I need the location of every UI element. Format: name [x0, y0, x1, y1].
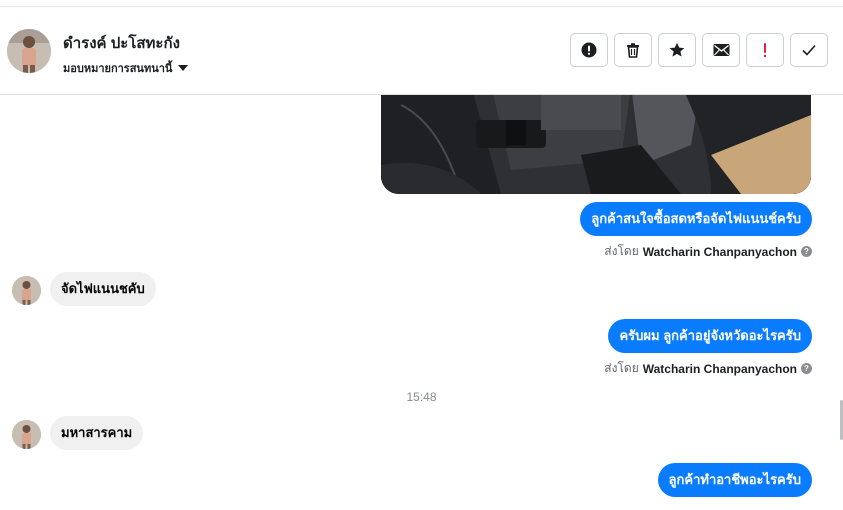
contact-name[interactable]: ดำรงค์ ปะโสทะกัง: [63, 31, 180, 55]
delete-button[interactable]: [614, 33, 652, 67]
action-toolbar: [570, 33, 828, 67]
message-thread[interactable]: ลูกค้าสนใจซื้อสดหรือจัดไฟแนนช์ครับ ส่งโด…: [0, 95, 843, 510]
incoming-message[interactable]: จัดไฟแนนชคับ: [50, 272, 156, 306]
sender-name[interactable]: Watcharin Chanpanyachon: [643, 362, 797, 376]
help-icon[interactable]: ?: [801, 363, 812, 374]
spam-button[interactable]: [570, 33, 608, 67]
exclamation-icon: [763, 43, 767, 58]
star-icon: [669, 42, 685, 57]
sender-name[interactable]: Watcharin Chanpanyachon: [643, 245, 797, 259]
sent-by-label: ส่งโดย Watcharin Chanpanyachon ?: [604, 242, 812, 261]
car-interior-photo-message[interactable]: [381, 95, 811, 194]
contact-avatar-small[interactable]: [12, 420, 41, 449]
checkmark-icon: [802, 44, 816, 56]
trash-icon: [627, 43, 639, 58]
sent-by-label: ส่งโดย Watcharin Chanpanyachon ?: [604, 359, 812, 378]
follow-up-button[interactable]: [746, 33, 784, 67]
sent-by-prefix: ส่งโดย: [604, 361, 639, 375]
outgoing-message[interactable]: ครับผม ลูกค้าอยู่จังหวัดอะไรครับ: [608, 319, 812, 353]
outgoing-message[interactable]: ลูกค้าทำอาชีพอะไรครับ: [657, 463, 812, 497]
assign-conversation-dropdown[interactable]: มอบหมายการสนทนานี้: [63, 59, 189, 77]
star-button[interactable]: [658, 33, 696, 67]
conversation-header: ดำรงค์ ปะโสทะกัง มอบหมายการสนทนานี้: [0, 7, 843, 95]
contact-avatar[interactable]: [7, 29, 51, 73]
assign-label: มอบหมายการสนทนานี้: [63, 63, 173, 75]
mark-unread-button[interactable]: [702, 33, 740, 67]
caret-down-icon: [178, 65, 189, 71]
contact-avatar-small[interactable]: [12, 276, 41, 305]
help-icon[interactable]: ?: [801, 246, 812, 257]
message-timestamp: 15:48: [406, 390, 437, 404]
sent-by-prefix: ส่งโดย: [604, 244, 639, 258]
outgoing-message[interactable]: ลูกค้าสนใจซื้อสดหรือจัดไฟแนนช์ครับ: [580, 202, 812, 236]
alert-circle-icon: [581, 42, 597, 58]
incoming-message[interactable]: มหาสารคาม: [50, 416, 144, 450]
envelope-icon: [713, 44, 729, 56]
mark-done-button[interactable]: [790, 33, 828, 67]
